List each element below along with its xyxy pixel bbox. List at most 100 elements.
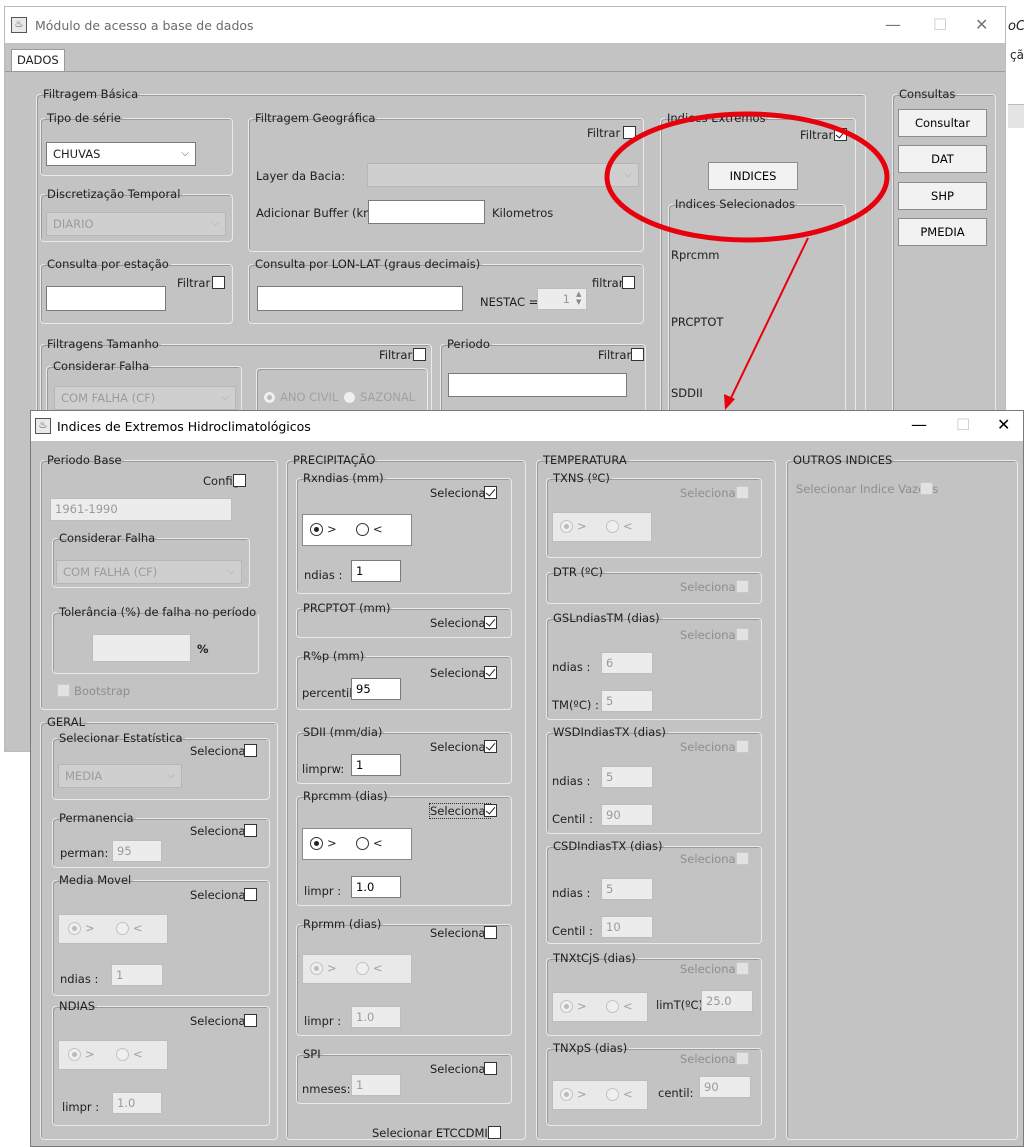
rprcmm-checkbox[interactable] [484,804,497,817]
rprmm-sel-label: Selecionar [430,926,491,940]
movel-ndias-input[interactable]: 1 [111,964,163,986]
periodo-base-input[interactable]: 1961-1990 [50,498,232,521]
ndias-sel-label: Selecionar [190,1014,251,1028]
ndias-radio-lt[interactable] [116,1048,129,1061]
rxndias-radio-lt[interactable] [356,523,369,536]
bootstrap-checkbox[interactable] [57,684,70,697]
estat-checkbox[interactable] [244,744,257,757]
tnxp-radio-lt[interactable] [606,1088,619,1101]
movel-checkbox[interactable] [244,888,257,901]
tnxp-checkbox[interactable] [736,1052,749,1065]
rp-checkbox[interactable] [484,666,497,679]
config-checkbox[interactable] [233,474,246,487]
rp-group: R%p (mm) [296,650,512,710]
front-titlebar: ♨ Indices de Extremos Hidroclimatológico… [31,411,1023,441]
percentil-label: percentil: [302,686,357,700]
pb-falha-value: COM FALHA (CF) [63,565,158,579]
rprcmm-radio-lt[interactable] [356,837,369,850]
pb-considerar-legend: Considerar Falha [59,531,156,545]
maximize-icon[interactable]: ☐ [956,415,970,434]
spi-checkbox[interactable] [484,1062,497,1075]
tnx-limt-input[interactable]: 25.0 [701,990,753,1012]
spi-sel-label: Selecionar [430,1062,491,1076]
close-icon[interactable]: ✕ [997,415,1010,434]
tnx-radio-lt[interactable] [606,1000,619,1013]
tnx-gt-label: > [577,999,587,1013]
prcptot-checkbox[interactable] [484,616,497,629]
rprcmm-limpr-label: limpr : [304,884,342,898]
gsl-checkbox[interactable] [736,628,749,641]
wsd-ndias-input[interactable]: 5 [601,766,653,788]
movel-radio-lt[interactable] [116,922,129,935]
tnxp-centil-input[interactable]: 90 [699,1076,751,1098]
nmeses-input[interactable]: 1 [351,1074,401,1096]
tolerancia-input[interactable] [92,634,191,662]
front-window-title: Indices de Extremos Hidroclimatológicos [57,419,311,434]
rxndias-radio-gt[interactable] [310,523,323,536]
perm-checkbox[interactable] [244,824,257,837]
rprmm-limpr-label: limpr : [304,1014,342,1028]
etccdmi-checkbox[interactable] [488,1126,501,1139]
limprw-input[interactable]: 1 [351,754,401,776]
gsl-tm-input[interactable]: 5 [601,690,653,712]
csd-centil-label: Centil : [552,924,593,938]
percentil-input[interactable]: 95 [351,678,401,700]
txns-radio-gt[interactable] [560,520,573,533]
wsd-checkbox[interactable] [736,740,749,753]
csd-checkbox[interactable] [736,852,749,865]
tolerancia-legend: Tolerância (%) de falha no período [59,605,257,619]
estat-select[interactable]: MEDIA ⌵ [58,764,182,788]
ndias-limpr-input[interactable]: 1.0 [112,1092,162,1114]
pct-label: % [197,642,209,656]
pb-falha-select[interactable]: COM FALHA (CF) ⌵ [56,560,242,584]
sdii-checkbox[interactable] [484,740,497,753]
tnxp-radio-gt[interactable] [560,1088,573,1101]
wsd-centil-input[interactable]: 90 [601,804,653,826]
txns-lt-label: < [623,519,633,533]
rprmm-checkbox[interactable] [484,926,497,939]
txns-checkbox[interactable] [736,486,749,499]
tnx-checkbox[interactable] [736,962,749,975]
vazoes-checkbox[interactable] [920,482,933,495]
minimize-icon[interactable]: — [911,415,927,434]
temp-legend: TEMPERATURA [543,453,627,467]
rprcmm-limpr-input[interactable]: 1.0 [351,876,401,898]
tnx-limt-label: limT(ºC): [656,998,707,1012]
rprmm-radio-lt[interactable] [356,962,369,975]
red-arrow-head [724,394,735,410]
txns-radio-lt[interactable] [606,520,619,533]
tnx-sel-label: Selecionar [680,962,741,976]
tnxp-lt-label: < [623,1087,633,1101]
rprcmm-radio-gt[interactable] [310,837,323,850]
rprmm-lt-label: < [373,961,383,975]
csd-ndias-input[interactable]: 5 [601,878,653,900]
rxndias-ndias-input[interactable]: 1 [351,560,401,582]
tnx-radio-gt[interactable] [560,1000,573,1013]
perman-input[interactable]: 95 [112,840,162,862]
rxndias-lt-label: < [373,522,383,536]
txns-gt-label: > [577,519,587,533]
perm-sel-label: Selecionar [190,824,251,838]
rp-legend: R%p (mm) [303,649,365,663]
rxndias-ndias-label: ndias : [304,568,343,582]
dtr-checkbox[interactable] [736,580,749,593]
rp-sel-label: Selecionar [430,666,491,680]
movel-radio-gt[interactable] [68,922,81,935]
rxndias-checkbox[interactable] [484,486,497,499]
red-arrow-line [729,237,809,401]
txns-sel-label: Selecionar [680,486,741,500]
tnxp-gt-label: > [577,1087,587,1101]
wsd-ndias-label: ndias : [552,774,591,788]
rprmm-limpr-input[interactable]: 1.0 [351,1006,401,1028]
rprmm-radio-gt[interactable] [310,962,323,975]
csd-centil-input[interactable]: 10 [601,916,653,938]
rxndias-sel-label: Selecionar [430,486,491,500]
limprw-label: limprw: [302,762,345,776]
ndias-radio-gt[interactable] [68,1048,81,1061]
spi-legend: SPI [303,1047,321,1061]
movel-lt-label: < [133,921,143,935]
ndias-checkbox[interactable] [244,1014,257,1027]
gsl-tm-label: TM(ºC) : [552,698,599,712]
chevron-down-icon: ⌵ [227,566,235,577]
gsl-ndias-input[interactable]: 6 [601,652,653,674]
